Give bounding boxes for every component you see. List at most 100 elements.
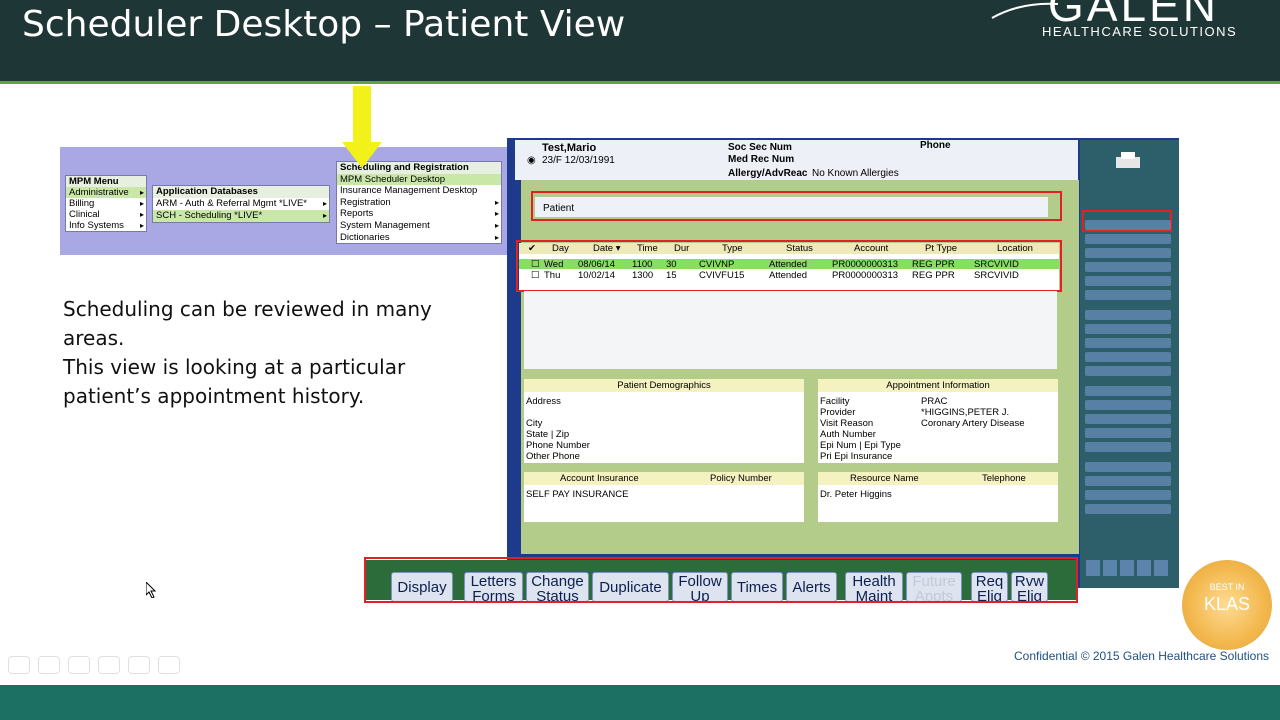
side-action-1[interactable] xyxy=(1085,220,1171,230)
side-nav-button[interactable] xyxy=(1103,560,1117,576)
patient-name: Test,Mario xyxy=(542,142,597,154)
grid-icon[interactable] xyxy=(98,656,120,674)
scheduling-menu: Scheduling and Registration MPM Schedule… xyxy=(336,161,502,245)
mrn-label: Med Rec Num xyxy=(728,154,795,165)
next-slide-icon[interactable] xyxy=(38,656,60,674)
resource-col-name: Resource Name xyxy=(850,473,919,484)
side-action-11[interactable] xyxy=(1085,366,1171,376)
label-facility: Facility xyxy=(820,396,850,407)
value-visit-reason: Coronary Artery Disease xyxy=(921,418,1025,429)
side-action-18[interactable] xyxy=(1085,476,1171,486)
klas-top-text: BEST IN xyxy=(1209,582,1245,592)
label-auth-number: Auth Number xyxy=(820,429,876,440)
side-action-5[interactable] xyxy=(1085,276,1171,286)
patient-age-dob: 23/F 12/03/1991 xyxy=(542,155,615,166)
slide-title: Scheduler Desktop – Patient View xyxy=(22,4,626,45)
insurance-panel: Account Insurance Policy Number SELF PAY… xyxy=(524,472,804,522)
description-line-1: Scheduling can be reviewed in many areas… xyxy=(63,297,432,350)
side-nav-button[interactable] xyxy=(1086,560,1100,576)
side-action-6[interactable] xyxy=(1085,290,1171,300)
insurance-col-policy: Policy Number xyxy=(710,473,772,484)
side-nav-button[interactable] xyxy=(1154,560,1168,576)
mouse-cursor-icon xyxy=(146,582,156,598)
label-epi-num: Epi Num | Epi Type xyxy=(820,440,901,451)
side-action-14[interactable] xyxy=(1085,414,1171,424)
confidential-footer-text: Confidential © 2015 Galen Healthcare Sol… xyxy=(1014,649,1269,663)
side-action-4[interactable] xyxy=(1085,262,1171,272)
appointments-highlight xyxy=(516,240,1062,292)
menu-item-administrative[interactable]: Administrative xyxy=(66,187,146,198)
more-icon[interactable] xyxy=(158,656,180,674)
slide-footer-bar xyxy=(0,685,1280,720)
slide-header: Scheduler Desktop – Patient View GALEN H… xyxy=(0,0,1280,84)
side-nav-button[interactable] xyxy=(1120,560,1134,576)
side-action-9[interactable] xyxy=(1085,338,1171,348)
menu-item-insurance-desktop[interactable]: Insurance Management Desktop xyxy=(337,185,501,197)
prev-slide-icon[interactable] xyxy=(8,656,30,674)
patient-status-icon: ◉ xyxy=(527,155,536,166)
appointments-list-empty-area xyxy=(524,291,1057,369)
menu-item-info-systems[interactable]: Info Systems xyxy=(66,220,146,231)
side-action-20[interactable] xyxy=(1085,504,1171,514)
side-action-19[interactable] xyxy=(1085,490,1171,500)
insurance-value: SELF PAY INSURANCE xyxy=(526,489,629,500)
side-nav-button[interactable] xyxy=(1137,560,1151,576)
label-pri-epi-insurance: Pri Epi Insurance xyxy=(820,451,893,462)
side-action-17[interactable] xyxy=(1085,462,1171,472)
resource-header: Resource Name Telephone xyxy=(818,472,1058,485)
ssn-label: Soc Sec Num xyxy=(728,142,792,153)
menu-item-billing[interactable]: Billing xyxy=(66,198,146,209)
zoom-icon[interactable] xyxy=(128,656,150,674)
side-action-15[interactable] xyxy=(1085,428,1171,438)
patient-field-highlight xyxy=(531,191,1062,221)
toolbar-highlight xyxy=(364,557,1078,603)
logo-subtitle: HEALTHCARE SOLUTIONS xyxy=(1042,24,1238,39)
value-facility: PRAC xyxy=(921,396,948,407)
insurance-col-account: Account Insurance xyxy=(560,473,639,484)
menu-item-sch[interactable]: SCH - Scheduling *LIVE* xyxy=(153,210,329,222)
label-provider: Provider xyxy=(820,407,856,418)
pen-icon[interactable] xyxy=(68,656,90,674)
action-side-panel xyxy=(1080,140,1179,588)
label-phone-number: Phone Number xyxy=(526,440,590,451)
allergy-label: Allergy/AdvReac xyxy=(728,168,808,179)
apps-header: Application Databases xyxy=(153,186,329,198)
demographics-panel: Patient Demographics Address City State … xyxy=(524,379,804,463)
label-address: Address xyxy=(526,396,561,407)
side-action-3[interactable] xyxy=(1085,248,1171,258)
application-databases-menu: Application Databases ARM - Auth & Refer… xyxy=(152,185,330,223)
resource-panel: Resource Name Telephone Dr. Peter Higgin… xyxy=(818,472,1058,522)
mpm-menu: MPM Menu Administrative Billing Clinical… xyxy=(65,175,147,232)
insurance-header: Account Insurance Policy Number xyxy=(524,472,804,485)
mpm-menu-strip: MPM Menu Administrative Billing Clinical… xyxy=(60,147,510,255)
side-action-16[interactable] xyxy=(1085,442,1171,452)
menu-item-scheduler-desktop[interactable]: MPM Scheduler Desktop xyxy=(337,173,501,186)
slideshow-controls xyxy=(8,656,180,674)
menu-item-dictionaries[interactable]: Dictionaries xyxy=(337,232,501,244)
side-action-12[interactable] xyxy=(1085,386,1171,396)
menu-item-clinical[interactable]: Clinical xyxy=(66,209,146,220)
description-line-2: This view is looking at a particular pat… xyxy=(63,355,406,408)
best-in-klas-badge: BEST IN KLAS xyxy=(1182,560,1272,650)
side-action-7[interactable] xyxy=(1085,310,1171,320)
label-other-phone: Other Phone xyxy=(526,451,580,462)
resource-col-telephone: Telephone xyxy=(982,473,1026,484)
menu-item-system-management[interactable]: System Management xyxy=(337,220,501,232)
yellow-arrow-icon xyxy=(342,86,382,168)
phone-label: Phone xyxy=(920,140,951,151)
label-visit-reason: Visit Reason xyxy=(820,418,874,429)
resource-value: Dr. Peter Higgins xyxy=(820,489,892,500)
menu-item-arm[interactable]: ARM - Auth & Referral Mgmt *LIVE* xyxy=(153,198,329,210)
demographics-header: Patient Demographics xyxy=(524,379,804,392)
printer-icon[interactable] xyxy=(1113,150,1143,172)
galen-logo: GALEN HEALTHCARE SOLUTIONS xyxy=(990,0,1250,44)
allergy-value: No Known Allergies xyxy=(812,168,899,179)
side-action-2[interactable] xyxy=(1085,234,1171,244)
side-action-13[interactable] xyxy=(1085,400,1171,410)
menu-item-reports[interactable]: Reports xyxy=(337,208,501,220)
side-action-8[interactable] xyxy=(1085,324,1171,334)
side-action-10[interactable] xyxy=(1085,352,1171,362)
appointment-info-header: Appointment Information xyxy=(818,379,1058,392)
slide-description: Scheduling can be reviewed in many areas… xyxy=(63,295,463,411)
menu-item-registration[interactable]: Registration xyxy=(337,197,501,209)
